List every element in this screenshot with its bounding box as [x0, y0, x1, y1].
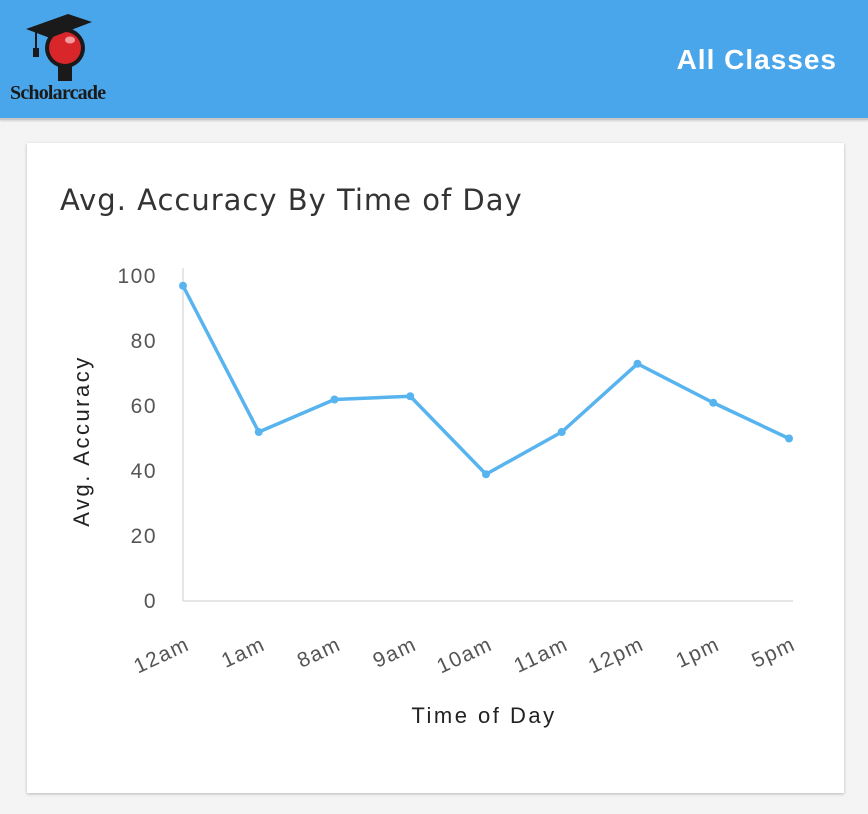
x-tick-label: 9am: [370, 633, 421, 673]
y-tick-label: 20: [131, 525, 157, 548]
y-tick-label: 60: [131, 395, 157, 418]
chart-card: Avg. Accuracy By Time of Day 0 20 40 60 80 10…: [27, 143, 844, 793]
red-ball: [49, 32, 81, 64]
data-points: [179, 281, 793, 479]
data-point[interactable]: [330, 395, 339, 404]
data-point[interactable]: [406, 392, 415, 401]
logo-text: Scholarcade: [10, 82, 106, 104]
x-tick-label: 12am: [130, 633, 193, 679]
data-point[interactable]: [785, 434, 793, 443]
scholarcade-logo[interactable]: Scholarcade: [10, 12, 120, 107]
y-tick-label: 80: [131, 330, 157, 353]
x-tick-label: 10am: [433, 633, 496, 679]
x-tick-label: 1pm: [673, 633, 724, 673]
y-axis-label: Avg. Accuracy: [69, 355, 94, 527]
line-chart: 0 20 40 60 80 100 12am 1am 8am 9am 10am 11am 12pm 1p…: [69, 265, 799, 728]
series-line: [181, 284, 790, 476]
data-point[interactable]: [254, 428, 263, 436]
y-tick-labels: 0 20 40 60 80 100: [117, 265, 157, 613]
x-tick-label: 1am: [218, 633, 269, 673]
data-point[interactable]: [709, 398, 718, 407]
y-tick-label: 0: [144, 590, 157, 613]
x-tick-labels: 12am 1am 8am 9am 10am 11am 12pm 1pm 5pm: [130, 633, 799, 679]
data-point[interactable]: [179, 281, 187, 290]
x-axis-label: Time of Day: [411, 703, 556, 728]
x-tick-label: 5pm: [748, 633, 799, 673]
app-header: Scholarcade All Classes: [0, 0, 868, 120]
data-point[interactable]: [633, 359, 642, 368]
x-tick-label: 8am: [294, 633, 345, 673]
y-tick-label: 40: [131, 460, 157, 483]
graduation-cap-ball-icon: [26, 14, 92, 81]
y-tick-label: 100: [117, 265, 157, 288]
chart-axes: [182, 268, 793, 602]
x-tick-label: 12pm: [585, 633, 648, 679]
page-title[interactable]: All Classes: [677, 44, 837, 76]
x-tick-label: 11am: [510, 633, 571, 678]
data-point[interactable]: [482, 470, 490, 479]
data-point[interactable]: [557, 428, 566, 436]
